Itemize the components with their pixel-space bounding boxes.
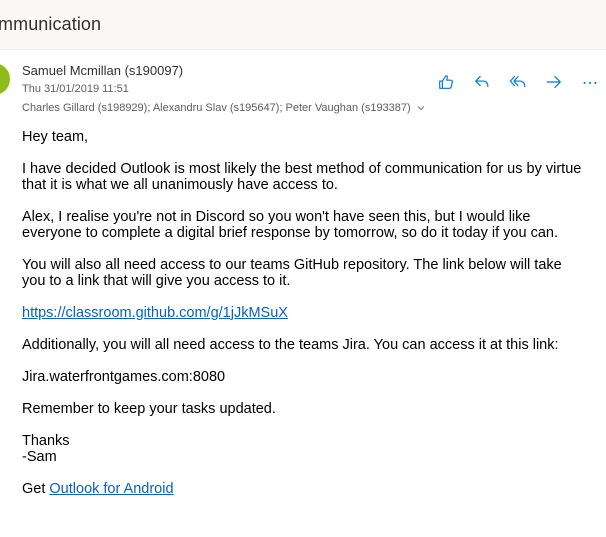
more-actions-button[interactable] [578,70,602,94]
recipients-line: Charles Gillard (s198929); Alexandru Sla… [22,102,426,114]
github-link-paragraph: https://classroom.github.com/g/1jJkMSuX [22,305,602,321]
subject-bar: mmunication [0,0,606,50]
reply-all-button[interactable] [506,70,530,94]
more-icon [583,81,597,84]
sender-avatar[interactable] [0,63,10,95]
paragraph-3-line-2: you to a link that will give you access … [22,273,291,289]
expand-recipients-icon[interactable] [416,103,426,113]
email-subject: mmunication [0,14,102,34]
reply-button[interactable] [470,70,494,94]
paragraph-2-line-2: everyone to complete a digital brief res… [22,225,558,241]
paragraph-2: Alex, I realise you're not in Discord so… [22,209,602,241]
mobile-footer: Get Outlook for Android [22,481,602,497]
paragraph-5: Remember to keep your tasks updated. [22,401,276,417]
greeting: Hey team, [22,129,89,145]
thanks-text: Thanks [22,433,70,449]
get-prefix: Get [22,481,50,497]
paragraph-4: Additionally, you will all need access t… [22,337,559,353]
sender-name[interactable]: Samuel Mcmillan (s190097) [22,63,183,78]
message-actions [434,70,602,94]
reply-all-icon [509,76,526,88]
paragraph-1-line-1: I have decided Outlook is most likely th… [22,161,582,177]
paragraph-1: I have decided Outlook is most likely th… [22,161,602,193]
reply-icon [475,76,489,88]
like-button[interactable] [434,70,458,94]
paragraph-3-line-1: You will also all need access to our tea… [22,257,562,273]
forward-button[interactable] [542,70,566,94]
signature: -Sam [22,449,57,465]
forward-icon [546,76,561,88]
recipients-list: Charles Gillard (s198929); Alexandru Sla… [22,102,411,114]
message-body: Hey team, I have decided Outlook is most… [22,129,602,513]
github-classroom-link[interactable]: https://classroom.github.com/g/1jJkMSuX [22,305,288,321]
sent-date: Thu 31/01/2019 11:51 [22,83,129,95]
sign-off: Thanks -Sam [22,433,602,465]
like-icon [439,75,453,89]
paragraph-1-line-2: that it is what we all unanimously have … [22,177,338,193]
outlook-for-android-link[interactable]: Outlook for Android [49,481,173,497]
paragraph-3: You will also all need access to our tea… [22,257,602,289]
paragraph-2-line-1: Alex, I realise you're not in Discord so… [22,209,531,225]
jira-address: Jira.waterfrontgames.com:8080 [22,369,226,385]
